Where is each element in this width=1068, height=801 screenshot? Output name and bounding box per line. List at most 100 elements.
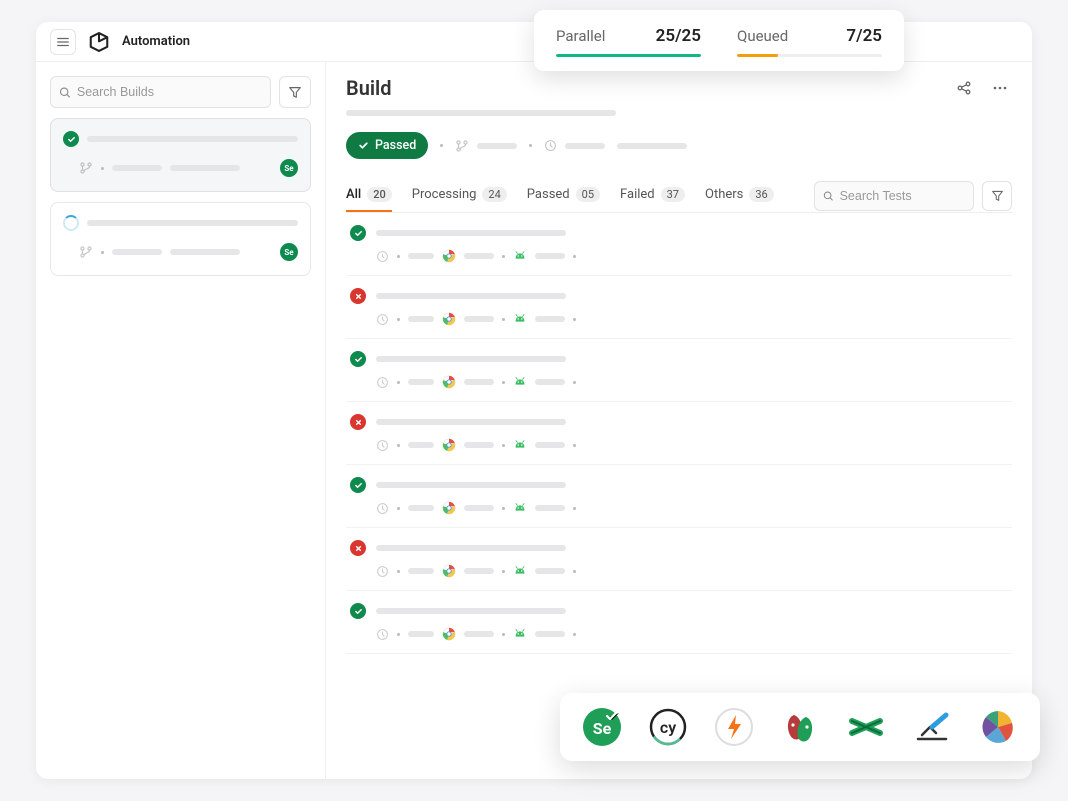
filter-icon bbox=[991, 189, 1004, 202]
build-card[interactable]: Se bbox=[50, 202, 311, 276]
filter-icon bbox=[288, 85, 302, 99]
test-row[interactable] bbox=[346, 339, 1012, 402]
chrome-icon bbox=[442, 312, 456, 326]
sidebar-filter-button[interactable] bbox=[279, 76, 311, 108]
placeholder-line bbox=[408, 631, 434, 637]
testcafe-icon[interactable] bbox=[846, 707, 886, 747]
status-passed-icon bbox=[350, 225, 366, 241]
placeholder-line bbox=[376, 356, 566, 362]
status-passed-icon bbox=[350, 351, 366, 367]
separator-dot bbox=[573, 444, 576, 447]
tests-search-input[interactable] bbox=[840, 189, 965, 203]
tabs: All 20 Processing 24 Passed 05 Failed 37 bbox=[346, 179, 814, 212]
placeholder-line bbox=[535, 505, 565, 511]
placeholder-line bbox=[535, 631, 565, 637]
tab-label: Others bbox=[705, 187, 743, 202]
appium-icon[interactable] bbox=[978, 707, 1018, 747]
cypress-icon[interactable]: cy bbox=[648, 707, 688, 747]
separator-dot bbox=[573, 633, 576, 636]
brand-logo-icon bbox=[88, 31, 110, 53]
placeholder-line bbox=[535, 316, 565, 322]
test-row[interactable] bbox=[346, 591, 1012, 654]
stat-bar bbox=[737, 54, 882, 57]
android-icon bbox=[513, 438, 527, 452]
test-row[interactable] bbox=[346, 528, 1012, 591]
search-icon bbox=[823, 190, 834, 202]
android-icon bbox=[513, 312, 527, 326]
more-button[interactable] bbox=[988, 76, 1012, 100]
tab-label: Processing bbox=[412, 187, 477, 202]
android-icon bbox=[513, 564, 527, 578]
placeholder-line bbox=[376, 293, 566, 299]
stat-value: 7/25 bbox=[846, 26, 882, 46]
main-panel: Build Passed bbox=[326, 62, 1032, 779]
tab-count: 05 bbox=[576, 187, 600, 202]
test-row[interactable] bbox=[346, 276, 1012, 339]
placeholder-line bbox=[464, 442, 494, 448]
separator-dot bbox=[397, 444, 400, 447]
content-body: Se Se Build bbox=[36, 62, 1032, 779]
separator-dot bbox=[397, 318, 400, 321]
share-icon bbox=[956, 80, 972, 96]
status-pill-label: Passed bbox=[375, 138, 416, 153]
clock-icon bbox=[376, 439, 389, 452]
separator-dot bbox=[529, 144, 532, 147]
separator-dot bbox=[397, 633, 400, 636]
selenium-icon[interactable]: Se bbox=[582, 707, 622, 747]
tab-passed[interactable]: Passed 05 bbox=[527, 179, 600, 212]
placeholder-line bbox=[170, 249, 240, 255]
placeholder-line bbox=[535, 253, 565, 259]
separator-dot bbox=[573, 381, 576, 384]
placeholder-line bbox=[408, 442, 434, 448]
sidebar-search-input[interactable] bbox=[77, 85, 262, 99]
tab-count: 20 bbox=[367, 187, 392, 202]
status-passed-icon bbox=[350, 603, 366, 619]
placeholder-line bbox=[376, 419, 566, 425]
stat-parallel: Parallel 25/25 bbox=[556, 26, 701, 57]
svg-text:cy: cy bbox=[660, 718, 676, 737]
placeholder-line bbox=[408, 379, 434, 385]
placeholder-line bbox=[87, 136, 298, 142]
test-row[interactable] bbox=[346, 465, 1012, 528]
branch-icon bbox=[79, 161, 93, 175]
separator-dot bbox=[502, 318, 505, 321]
tab-failed[interactable]: Failed 37 bbox=[620, 179, 685, 212]
placeholder-line bbox=[477, 143, 517, 149]
test-row[interactable] bbox=[346, 213, 1012, 276]
tab-all[interactable]: All 20 bbox=[346, 179, 392, 212]
playwright-icon[interactable] bbox=[780, 707, 820, 747]
separator-dot bbox=[573, 318, 576, 321]
separator-dot bbox=[573, 255, 576, 258]
status-passed-icon bbox=[63, 131, 79, 147]
separator-dot bbox=[502, 444, 505, 447]
test-row[interactable] bbox=[346, 402, 1012, 465]
separator-dot bbox=[573, 507, 576, 510]
separator-dot bbox=[440, 144, 443, 147]
stat-queued: Queued 7/25 bbox=[737, 26, 882, 57]
placeholder-line bbox=[464, 316, 494, 322]
lightning-icon[interactable] bbox=[714, 707, 754, 747]
tests-filter-button[interactable] bbox=[982, 181, 1012, 211]
chrome-icon bbox=[442, 438, 456, 452]
separator-dot bbox=[573, 570, 576, 573]
selenium-badge-icon: Se bbox=[280, 159, 298, 177]
stat-label: Queued bbox=[737, 27, 788, 45]
main-header: Build bbox=[346, 76, 1012, 100]
tab-processing[interactable]: Processing 24 bbox=[412, 179, 507, 212]
placeholder-line bbox=[535, 379, 565, 385]
android-icon bbox=[513, 627, 527, 641]
tabs-row: All 20 Processing 24 Passed 05 Failed 37 bbox=[346, 179, 1012, 213]
tab-others[interactable]: Others 36 bbox=[705, 179, 774, 212]
katalon-icon[interactable] bbox=[912, 707, 952, 747]
status-failed-icon bbox=[350, 288, 366, 304]
selenium-badge-icon: Se bbox=[280, 243, 298, 261]
menu-button[interactable] bbox=[50, 29, 76, 55]
status-failed-icon bbox=[350, 414, 366, 430]
share-button[interactable] bbox=[952, 76, 976, 100]
placeholder-line bbox=[408, 316, 434, 322]
build-card[interactable]: Se bbox=[50, 118, 311, 192]
tests-search[interactable] bbox=[814, 181, 974, 211]
placeholder-line bbox=[408, 568, 434, 574]
sidebar-search[interactable] bbox=[50, 76, 271, 108]
app-window: Automation bbox=[36, 22, 1032, 779]
